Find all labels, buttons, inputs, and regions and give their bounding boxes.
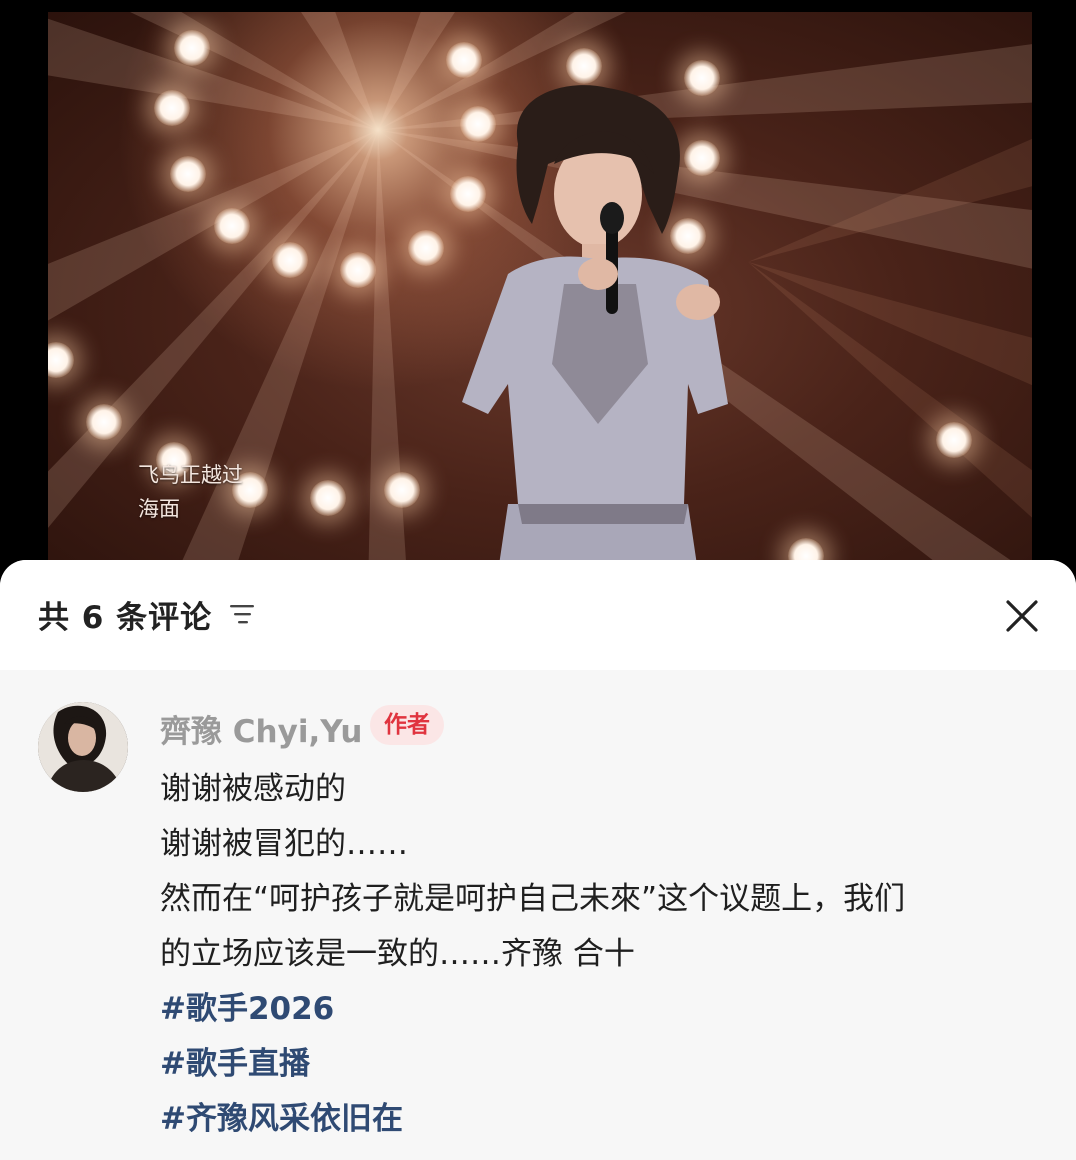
stage-light bbox=[86, 404, 122, 440]
comment-text-line: 然而在“呵护孩子就是呵护自己未來”这个议题上，我们 bbox=[160, 881, 906, 917]
comments-count-title: 共 6 条评论 bbox=[38, 600, 213, 636]
comments-sheet: 共 6 条评论 齊豫 Chyi,Yu 作者 谢谢被感动的 谢谢被冒犯的…… 然而… bbox=[0, 560, 1076, 1160]
singer-figure bbox=[462, 85, 728, 572]
stage-light bbox=[566, 48, 602, 84]
stage-light bbox=[408, 230, 444, 266]
comment-text-line: 谢谢被感动的 bbox=[160, 771, 346, 807]
hashtag-link[interactable]: #歌手2026 bbox=[160, 982, 1040, 1037]
comments-header: 共 6 条评论 bbox=[0, 560, 1076, 670]
comment-username[interactable]: 齊豫 Chyi,Yu bbox=[160, 706, 362, 751]
stage-light bbox=[446, 42, 482, 78]
stage-light bbox=[154, 90, 190, 126]
video-player[interactable]: 飞鸟正越过 海面 bbox=[48, 12, 1032, 572]
comment-text-line: 的立场应该是一致的……齐豫 合十 bbox=[160, 936, 635, 972]
comment-item: 齊豫 Chyi,Yu 作者 谢谢被感动的 谢谢被冒犯的…… 然而在“呵护孩子就是… bbox=[0, 670, 1076, 1160]
stage-light bbox=[310, 480, 346, 516]
stage-light bbox=[384, 472, 420, 508]
stage-light bbox=[272, 242, 308, 278]
author-badge: 作者 bbox=[370, 705, 444, 745]
avatar-image bbox=[38, 702, 128, 792]
hashtag-link[interactable]: #齐豫风采依旧在 bbox=[160, 1092, 1040, 1147]
stage-light bbox=[214, 208, 250, 244]
hashtag-link[interactable]: #歌手直播 bbox=[160, 1037, 1040, 1092]
filter-icon[interactable] bbox=[229, 602, 257, 626]
avatar[interactable] bbox=[38, 702, 128, 792]
video-subtitle: 飞鸟正越过 海面 bbox=[138, 458, 243, 526]
subtitle-line: 飞鸟正越过 bbox=[138, 463, 243, 487]
subtitle-line: 海面 bbox=[138, 497, 180, 521]
close-icon[interactable] bbox=[1000, 594, 1044, 638]
video-frame: 飞鸟正越过 海面 bbox=[0, 0, 1076, 600]
comment-text-line: 谢谢被冒犯的…… bbox=[160, 826, 408, 862]
stage-light bbox=[340, 252, 376, 288]
stage-light bbox=[174, 30, 210, 66]
stage-light bbox=[170, 156, 206, 192]
comment-body: 谢谢被感动的 谢谢被冒犯的…… 然而在“呵护孩子就是呵护自己未來”这个议题上，我… bbox=[160, 762, 1040, 1147]
stage-light bbox=[936, 422, 972, 458]
